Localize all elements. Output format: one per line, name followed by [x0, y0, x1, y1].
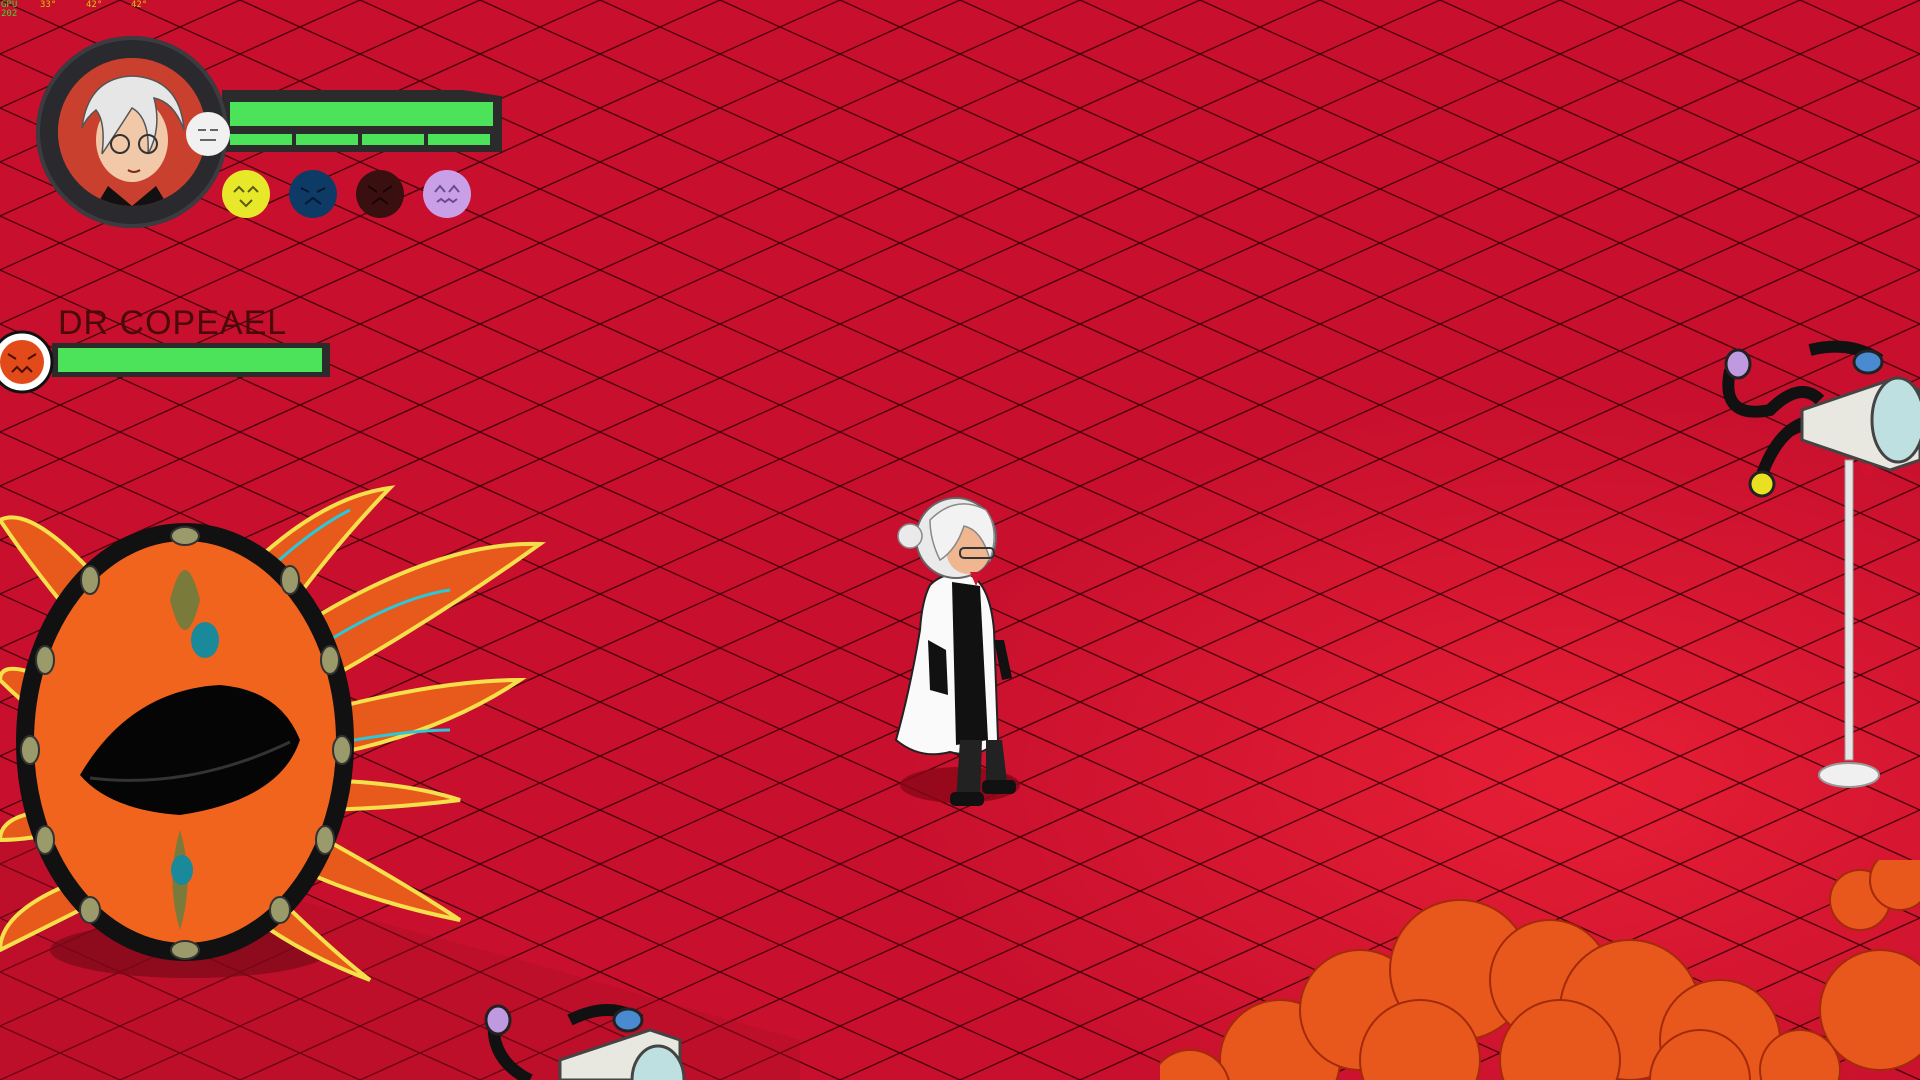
neutral-face-icon	[186, 112, 230, 156]
silver-haired-scientist-portrait	[58, 58, 206, 206]
sad-face-icon[interactable]	[289, 170, 337, 218]
player-character	[894, 497, 1020, 806]
stamina-segment	[362, 134, 424, 145]
fps-value: 202	[1, 9, 18, 19]
temp-readout: 42°	[86, 0, 103, 10]
eye-creature-boss	[0, 485, 546, 982]
happy-face-icon[interactable]	[222, 170, 270, 218]
boss-health-bar	[58, 348, 322, 372]
stamina-segment	[230, 134, 292, 145]
stage-spotlight	[1722, 340, 1920, 788]
stamina-segment	[428, 134, 490, 145]
stamina-segment	[296, 134, 358, 145]
angry-face-icon[interactable]	[356, 170, 404, 218]
afraid-face-icon[interactable]	[423, 170, 471, 218]
player-health-bar	[230, 102, 493, 126]
temp-readout: 42°	[131, 0, 148, 10]
boss-name: DR COPEAEL	[58, 304, 288, 342]
temp-readout: 33°	[40, 0, 57, 10]
angry-face-icon	[0, 330, 54, 394]
smoke-clouds	[1160, 860, 1920, 1080]
stage-spotlight	[484, 1004, 686, 1080]
